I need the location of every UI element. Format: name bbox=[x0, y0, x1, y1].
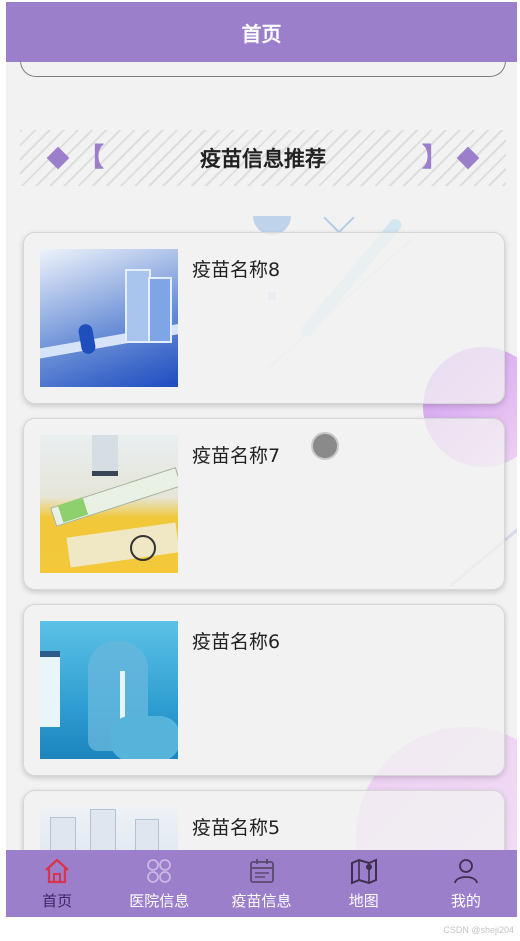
tab-map[interactable]: 地图 bbox=[313, 850, 415, 917]
tab-label: 医院信息 bbox=[129, 892, 190, 910]
home-icon bbox=[45, 858, 69, 884]
tab-label: 地图 bbox=[348, 892, 379, 910]
vaccine-name: 疫苗名称7 bbox=[192, 445, 281, 467]
vaccine-card[interactable]: 疫苗名称7 bbox=[23, 418, 505, 590]
user-icon bbox=[454, 859, 478, 884]
vaccine-card[interactable]: 疫苗名称8 bbox=[23, 232, 505, 404]
left-bracket: 【 bbox=[78, 143, 105, 173]
tab-home[interactable]: 首页 bbox=[6, 850, 108, 917]
right-bracket: 】 bbox=[421, 143, 448, 173]
tab-vaccine-info[interactable]: 疫苗信息 bbox=[210, 850, 312, 917]
decor-chevron bbox=[323, 202, 355, 234]
tab-label: 疫苗信息 bbox=[231, 892, 292, 910]
tab-mine[interactable]: 我的 bbox=[415, 850, 517, 917]
tab-label: 首页 bbox=[42, 892, 73, 910]
vaccine-image bbox=[40, 435, 178, 573]
tab-hospital-info[interactable]: 医院信息 bbox=[108, 850, 210, 917]
app-header: 首页 bbox=[6, 2, 517, 62]
phone-screen: 首页 【 疫苗信息推荐 】 疫苗名称8 疫苗名称7 疫苗名称6 疫苗名称5 首页… bbox=[6, 2, 517, 917]
map-icon bbox=[350, 858, 377, 885]
vaccine-image bbox=[40, 621, 178, 759]
section-title: 疫苗信息推荐 bbox=[200, 147, 326, 171]
section-header: 【 疫苗信息推荐 】 bbox=[20, 130, 506, 186]
vaccine-name: 疫苗名称8 bbox=[192, 259, 281, 281]
page-title: 首页 bbox=[241, 21, 282, 46]
bottom-tab-bar: 首页 医院信息 疫苗信息 地图 我的 bbox=[6, 850, 517, 917]
vaccine-name: 疫苗名称6 bbox=[192, 631, 281, 653]
diamond-icon bbox=[456, 146, 480, 170]
vaccine-image bbox=[40, 249, 178, 387]
vaccine-card[interactable]: 疫苗名称6 bbox=[23, 604, 505, 776]
vaccine-name: 疫苗名称5 bbox=[192, 817, 281, 839]
watermark: CSDN @sheji204 bbox=[443, 925, 514, 935]
calendar-icon bbox=[249, 859, 274, 883]
tab-label: 我的 bbox=[450, 892, 481, 910]
diamond-icon bbox=[46, 146, 70, 170]
grid-icon bbox=[147, 859, 172, 883]
